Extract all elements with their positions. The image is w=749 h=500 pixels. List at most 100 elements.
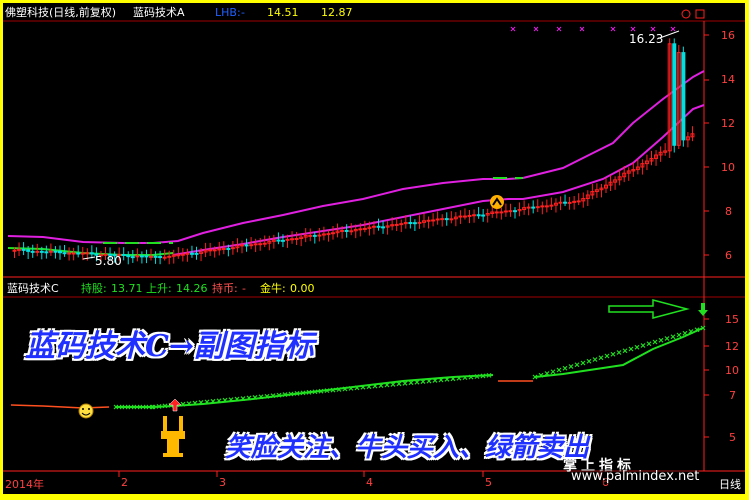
bull-value: 0.00 (290, 282, 315, 295)
y-tick-main: 14 (721, 73, 735, 86)
candle-body (53, 250, 58, 253)
candle-body (167, 255, 172, 258)
overlay-title: 蓝码技术C→副图指标 (25, 329, 315, 364)
rise-marker (610, 351, 616, 357)
main-chart-header: 佛塑科技(日线,前复权) 蓝码技术A LHB: - 14.51 12.87 (3, 3, 745, 21)
candle-body (258, 243, 263, 246)
candle-body (431, 219, 436, 222)
candle-body (35, 250, 40, 253)
candle-body (44, 251, 49, 254)
stock-charts[interactable] (3, 3, 745, 494)
sub-indicator-name[interactable]: 蓝码技术C (7, 282, 59, 295)
candle-body (440, 218, 445, 221)
rise-marker (592, 357, 598, 362)
green-arrow-icon (698, 303, 708, 316)
rise-marker (556, 367, 562, 373)
x-tick-label: 5 (485, 476, 492, 489)
candle-body (230, 247, 235, 250)
rise-marker (670, 334, 676, 340)
x-tick-label: 4 (366, 476, 373, 489)
candle-body (317, 234, 322, 237)
y-tick-main: 16 (721, 29, 735, 42)
y-tick-sub: 12 (725, 340, 739, 353)
candle-body (144, 255, 149, 258)
rise-marker (622, 348, 628, 354)
candle-body (21, 248, 26, 251)
candle-body (153, 255, 158, 258)
rise-marker (658, 337, 664, 343)
candle-body (408, 222, 413, 225)
candle-body (185, 252, 190, 255)
lhb-label: LHB: (215, 6, 241, 19)
candle-body (526, 206, 531, 209)
candle-body (130, 256, 135, 259)
main-indicator-name[interactable]: 蓝码技术A (133, 6, 185, 19)
candle-body (244, 244, 249, 247)
ma-value-2: 12.87 (321, 6, 353, 19)
candle-body (89, 252, 94, 255)
candle-body (226, 247, 231, 250)
y-tick-sub: 5 (729, 431, 736, 444)
low-annotation-line (82, 256, 96, 260)
y-tick-main: 12 (721, 117, 735, 130)
stock-name[interactable]: 佛塑科技(日线,前复权) (5, 6, 116, 19)
candle-body (62, 252, 67, 255)
x-tick-label: 2014年 (5, 478, 44, 491)
rise-marker (574, 362, 580, 368)
rise-marker (616, 350, 622, 355)
candle-body (476, 214, 481, 217)
candle-body (544, 205, 549, 208)
candle-body (85, 252, 90, 255)
candle-body (513, 210, 517, 213)
y-tick-main: 10 (721, 161, 735, 174)
candle-body (376, 225, 381, 228)
candle-body (48, 250, 53, 253)
candle-body (503, 210, 508, 213)
candle-body (180, 253, 185, 256)
candle-body (508, 210, 513, 213)
candle-body (240, 244, 244, 247)
candle-body (531, 206, 536, 209)
x-tick-label: 2 (121, 476, 128, 489)
sell-arrow-outline-icon (608, 299, 690, 319)
bull-label: 金牛: (260, 282, 286, 295)
candle-body (349, 230, 354, 233)
candle-body (249, 244, 254, 247)
rise-value: 14.26 (176, 282, 208, 295)
candle-body (135, 255, 140, 258)
y-tick-main: 6 (725, 249, 732, 262)
candle-body (540, 205, 545, 208)
candle-body (276, 239, 281, 242)
period-label[interactable]: 日线 (719, 476, 741, 492)
y-tick-sub: 7 (729, 389, 736, 402)
hold-line-red (10, 404, 110, 409)
y-tick-sub: 10 (725, 364, 739, 377)
candle-body (481, 214, 486, 217)
candle-body (158, 256, 163, 259)
chart-window: 佛塑科技(日线,前复权) 蓝码技术A LHB: - 14.51 12.87 16… (3, 3, 745, 494)
candle-body (362, 227, 367, 230)
candle-body (312, 234, 317, 237)
candle-body (371, 225, 376, 228)
candle-body (494, 211, 499, 214)
candle-body (467, 214, 472, 217)
candle-body (576, 200, 581, 203)
candle-body (412, 222, 417, 225)
candle-body (294, 237, 299, 240)
rise-marker (598, 355, 604, 361)
smiley-icon (78, 403, 94, 419)
candle-body (417, 221, 422, 224)
y-tick-sub: 15 (725, 313, 739, 326)
candle-body (212, 249, 217, 252)
coin-value: - (242, 282, 246, 295)
rise-marker (682, 330, 688, 336)
candle-body (176, 254, 181, 257)
candle-body (253, 243, 258, 246)
candle-body (17, 248, 22, 251)
candle-body (399, 223, 404, 226)
candle-body (681, 52, 686, 141)
rise-marker (646, 341, 652, 347)
candle-body (67, 252, 72, 255)
rise-marker (634, 344, 640, 350)
candle-body (672, 43, 677, 146)
